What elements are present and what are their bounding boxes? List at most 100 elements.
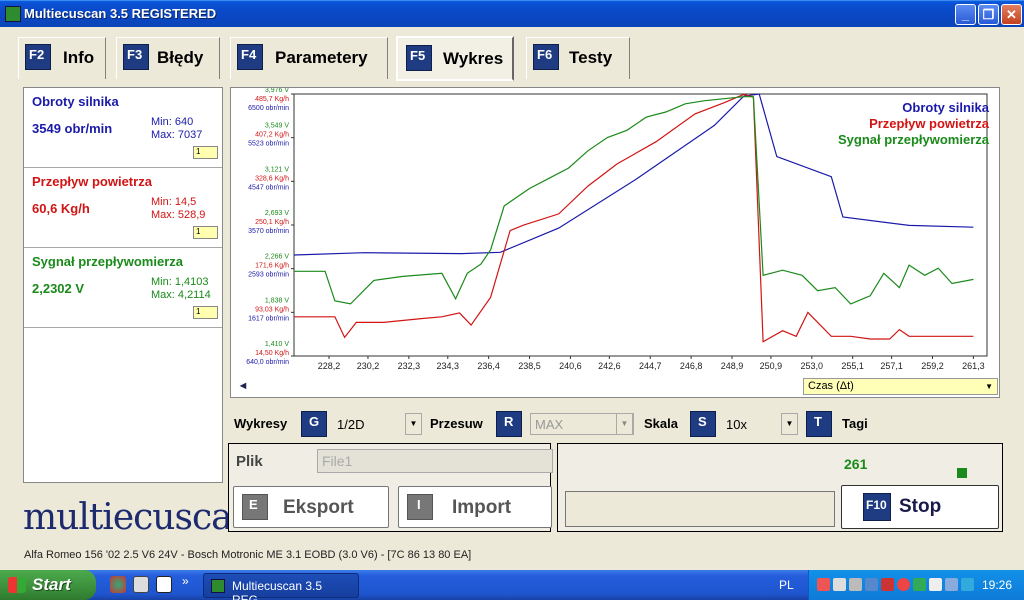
file-value: File1	[322, 453, 353, 469]
import-label: Import	[452, 497, 512, 518]
y-tick-label: 171,6 Kg/h	[255, 263, 289, 270]
sensor-rpm[interactable]: Obroty silnika 3549 obr/min Min: 640 Max…	[24, 88, 222, 168]
wykresy-select[interactable]: 1/2D ▼	[337, 413, 422, 435]
skala-value: 10x	[726, 417, 747, 432]
sensor-level-box: 1	[193, 306, 218, 319]
tab-testy[interactable]: F6 Testy	[526, 37, 630, 79]
x-tick-label: 244,7	[639, 361, 662, 371]
x-tick-label: 253,0	[801, 361, 824, 371]
shield-icon[interactable]	[897, 578, 910, 591]
chart-panel: 3,976 V 485,7 Kg/h 6500 obr/min 3,549 V 407,…	[230, 87, 1000, 398]
minimize-button[interactable]: _	[955, 4, 976, 25]
sensor-name: Obroty silnika	[32, 94, 119, 109]
y-tick-label: 14,50 Kg/h	[255, 350, 289, 357]
tab-label: Błędy	[157, 48, 204, 67]
y-tick-label: 1617 obr/min	[248, 315, 289, 322]
y-tick-label: 640,0 obr/min	[246, 359, 289, 366]
sensor-flowmeter-signal[interactable]: Sygnał przepływomierza 2,2302 V Min: 1,4…	[24, 248, 222, 328]
x-tick-label: 232,3	[398, 361, 421, 371]
sensor-max: Max: 4,2114	[151, 289, 211, 301]
sensor-air-flow[interactable]: Przepływ powietrza 60,6 Kg/h Min: 14,5 M…	[24, 168, 222, 248]
sensor-value: 3549 obr/min	[32, 121, 113, 136]
file-select[interactable]: File1	[317, 449, 553, 473]
close-button[interactable]: ✕	[1001, 4, 1022, 25]
y-tick-label: 3,549 V	[265, 123, 289, 130]
tab-key: F3	[123, 44, 149, 70]
stop-button[interactable]: F10 Stop	[841, 485, 999, 529]
tab-key: F6	[533, 44, 559, 70]
export-label: Eksport	[283, 497, 354, 518]
y-tick-label: 407,2 Kg/h	[255, 132, 289, 139]
import-button[interactable]: I Import	[398, 486, 552, 528]
y-tick-label: 1,838 V	[265, 297, 289, 304]
wykresy-key[interactable]: G	[301, 411, 327, 437]
y-tick-label: 328,6 Kg/h	[255, 175, 289, 182]
legend-air-flow: Przepływ powietrza	[869, 116, 989, 131]
y-tick-label: 5523 obr/min	[248, 141, 289, 148]
taskbar-item-multiecuscan[interactable]: Multiecuscan 3.5 REG...	[203, 573, 359, 600]
maximize-button[interactable]: ❐	[978, 4, 999, 25]
recording-indicator-icon	[957, 468, 967, 478]
start-button[interactable]: Start	[0, 570, 96, 600]
legend-rpm: Obroty silnika	[902, 100, 989, 115]
y-tick-label: 2593 obr/min	[248, 272, 289, 279]
tray-icon[interactable]	[881, 578, 894, 591]
sensor-name: Sygnał przepływomierza	[32, 254, 183, 269]
quicklaunch-app-icon[interactable]	[133, 576, 149, 593]
export-button[interactable]: E Eksport	[233, 486, 389, 528]
chevron-down-icon[interactable]: ▼	[616, 413, 633, 435]
tab-key: F5	[406, 45, 432, 71]
start-label: Start	[32, 575, 71, 594]
clock: 19:26	[981, 578, 1012, 592]
time-axis-select[interactable]: Czas (Δt) ▼	[803, 378, 998, 395]
time-axis-label: Czas (Δt)	[808, 380, 854, 392]
przesuw-key[interactable]: R	[496, 411, 522, 437]
tray-icon[interactable]	[929, 578, 942, 591]
skala-select[interactable]: 10x ▼	[726, 413, 798, 435]
x-tick-label: 261,3	[962, 361, 985, 371]
y-tick-label: 4547 obr/min	[248, 184, 289, 191]
tab-parametery[interactable]: F4 Parametery	[230, 37, 388, 79]
tagi-key[interactable]: T	[806, 411, 832, 437]
tray-icon[interactable]	[961, 578, 974, 591]
tagi-label: Tagi	[842, 416, 868, 431]
title-bar[interactable]: Multiecuscan 3.5 REGISTERED _ ❐ ✕	[0, 0, 1024, 27]
tray-icon[interactable]	[849, 578, 862, 591]
przesuw-select[interactable]: MAX ▼	[530, 413, 634, 435]
tab-label: Testy	[569, 48, 613, 67]
y-tick-label: 3570 obr/min	[248, 228, 289, 235]
skala-key[interactable]: S	[690, 411, 716, 437]
chevron-down-icon[interactable]: ▼	[781, 413, 798, 435]
tray-icon[interactable]	[913, 578, 926, 591]
y-tick-label: 93,03 Kg/h	[255, 306, 289, 313]
taskbar-item-label: Multiecuscan 3.5 REG...	[232, 579, 323, 600]
tray-icon[interactable]	[945, 578, 958, 591]
chevron-down-icon[interactable]: ▼	[405, 413, 422, 435]
tab-bledy[interactable]: F3 Błędy	[116, 37, 220, 79]
y-tick-label: 1,410 V	[265, 341, 289, 348]
quicklaunch-more-icon[interactable]: »	[182, 574, 189, 588]
chevron-down-icon: ▼	[985, 382, 993, 391]
tab-wykres[interactable]: F5 Wykres	[396, 36, 514, 81]
quicklaunch-tool-icon[interactable]	[156, 576, 172, 593]
language-indicator[interactable]: PL	[779, 578, 794, 592]
scroll-left-icon[interactable]: ◄	[235, 378, 251, 395]
przesuw-value: MAX	[535, 417, 564, 432]
tab-label: Info	[63, 48, 95, 67]
status-bar: Alfa Romeo 156 '02 2.5 V6 24V - Bosch Mo…	[24, 549, 472, 561]
export-key: E	[242, 494, 268, 520]
x-tick-label: 246,8	[680, 361, 703, 371]
przesuw-label: Przesuw	[430, 416, 483, 431]
tray-icon[interactable]	[833, 578, 846, 591]
file-group: Plik File1 E Eksport I Import	[228, 443, 553, 532]
y-tick-label: 2,266 V	[265, 254, 289, 261]
app-icon	[5, 6, 21, 22]
y-tick-label: 485,7 Kg/h	[255, 96, 289, 103]
tab-info[interactable]: F2 Info	[18, 37, 106, 79]
chart-scrollbar[interactable]: ◄ Czas (Δt) ▼	[235, 377, 999, 396]
tray-icon[interactable]	[865, 578, 878, 591]
tray-icon[interactable]	[817, 578, 830, 591]
app-icon	[211, 579, 225, 593]
chrome-icon[interactable]	[110, 576, 126, 593]
wykresy-label: Wykresy	[234, 416, 288, 431]
